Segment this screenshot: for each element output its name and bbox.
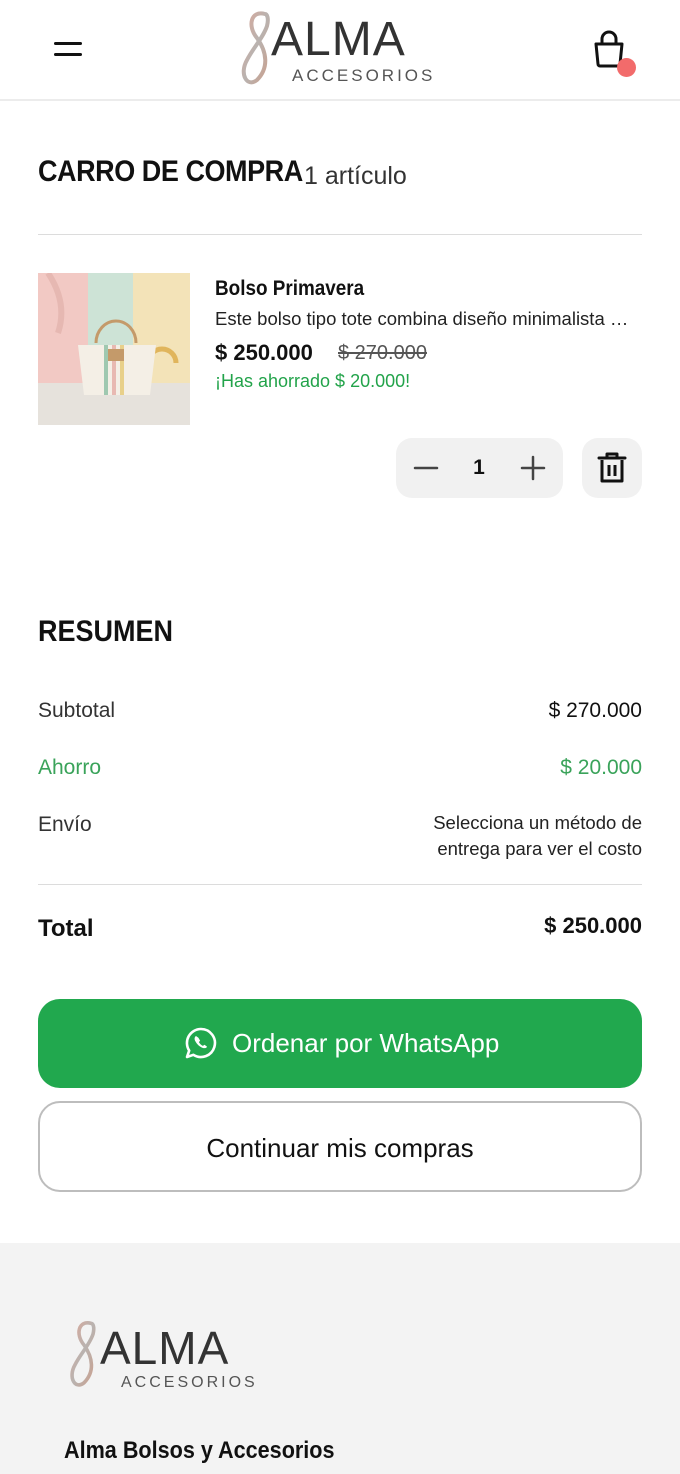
- top-bar: ALMA ACCESORIOS: [0, 0, 680, 101]
- infinity-mark-icon: [70, 1321, 96, 1387]
- page-title: CARRO DE COMPRA: [38, 155, 303, 188]
- shopping-bag-button[interactable]: [590, 30, 638, 78]
- summary-title: RESUMEN: [38, 615, 174, 648]
- order-whatsapp-button[interactable]: Ordenar por WhatsApp: [38, 999, 642, 1088]
- total-value: $ 250.000: [544, 913, 642, 938]
- product-savings: ¡Has ahorrado $ 20.000!: [215, 371, 411, 391]
- product-old-price: $ 270.000: [338, 342, 427, 364]
- whatsapp-button-label: Ordenar por WhatsApp: [232, 1028, 500, 1058]
- divider: [38, 884, 642, 885]
- divider: [38, 234, 642, 235]
- subtotal-value: $ 270.000: [548, 699, 642, 722]
- logo-subtitle: ACCESORIOS: [292, 66, 436, 85]
- product-name[interactable]: Bolso Primavera: [215, 277, 364, 301]
- plus-icon: [520, 455, 546, 481]
- whatsapp-icon: [185, 1027, 217, 1059]
- continue-shopping-button[interactable]: Continuar mis compras: [38, 1101, 642, 1192]
- quantity-value: 1: [473, 456, 485, 479]
- total-label: Total: [38, 915, 94, 942]
- savings-value: $ 20.000: [560, 756, 642, 779]
- item-count: 1 artículo: [304, 162, 407, 190]
- quantity-stepper: 1: [396, 438, 563, 498]
- shipping-note: Selecciona un método de entrega para ver…: [433, 812, 642, 859]
- product-image[interactable]: [38, 273, 190, 425]
- footer: ALMA ACCESORIOS Alma Bolsos y Accesorios: [0, 1243, 680, 1474]
- increase-quantity-button[interactable]: [513, 448, 553, 488]
- savings-label: Ahorro: [38, 756, 102, 779]
- footer-logo[interactable]: ALMA ACCESORIOS: [66, 1317, 276, 1397]
- remove-item-button[interactable]: [582, 438, 642, 498]
- hamburger-menu-icon[interactable]: [50, 34, 86, 64]
- footer-logo-subtitle: ACCESORIOS: [121, 1374, 258, 1391]
- product-description: Este bolso tipo tote combina diseño mini…: [215, 308, 635, 329]
- trash-icon: [597, 452, 627, 483]
- minus-icon: [413, 466, 439, 470]
- subtotal-label: Subtotal: [38, 699, 116, 722]
- product-price: $ 250.000: [215, 340, 313, 365]
- footer-logo-wordmark: ALMA: [100, 1322, 230, 1374]
- decrease-quantity-button[interactable]: [408, 448, 448, 488]
- logo-wordmark: ALMA: [271, 13, 406, 66]
- shipping-label: Envío: [38, 813, 92, 836]
- footer-brand-name: Alma Bolsos y Accesorios: [64, 1437, 335, 1464]
- continue-button-label: Continuar mis compras: [206, 1133, 474, 1163]
- cart-badge: [617, 58, 636, 77]
- brand-logo[interactable]: ALMA ACCESORIOS: [237, 8, 447, 92]
